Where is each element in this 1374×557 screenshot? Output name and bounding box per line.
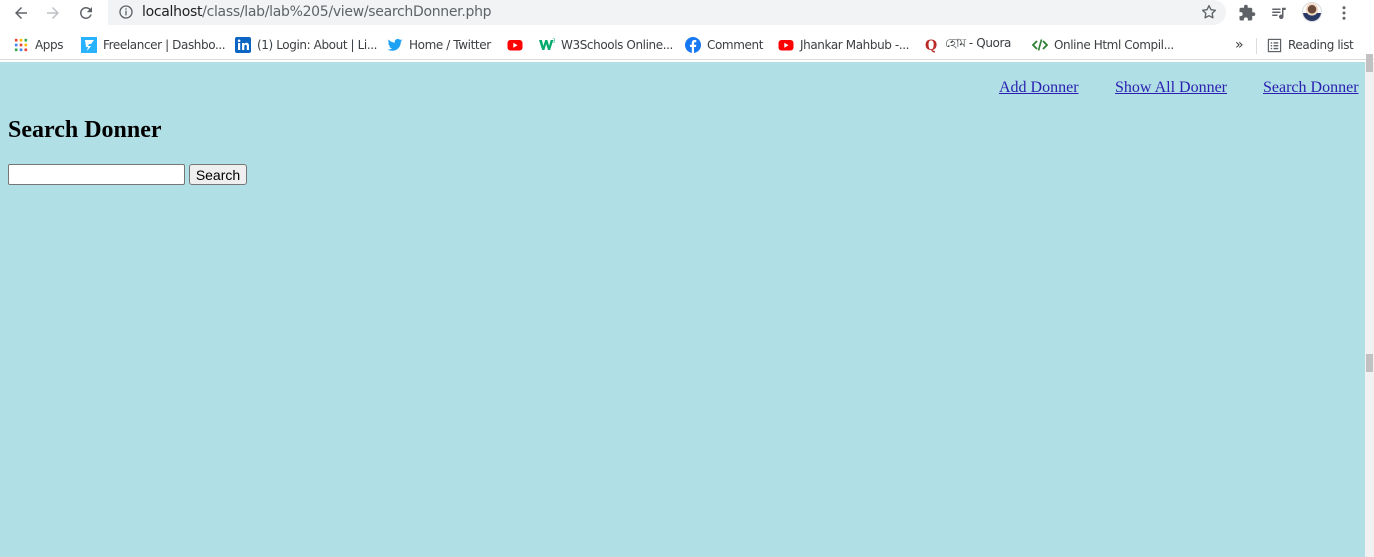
page-title: Search Donner	[8, 117, 162, 143]
linkedin-icon	[235, 37, 251, 53]
url-path: /class/lab/lab%205/view/searchDonner.php	[202, 4, 492, 20]
twitter-icon	[387, 37, 403, 53]
forward-arrow-icon[interactable]	[43, 3, 63, 23]
bookmarks-bar: Apps Freelancer | Dashbo... (1) Login: A…	[0, 30, 1374, 60]
reload-icon[interactable]	[76, 3, 96, 23]
bookmark-label: W3Schools Online...	[561, 38, 673, 52]
bookmark-label: হোম - Quora	[945, 36, 1011, 50]
bookmark-twitter[interactable]: Home / Twitter	[387, 35, 491, 55]
address-bar[interactable]: localhost/class/lab/lab%205/view/searchD…	[108, 0, 1226, 25]
svg-text:Q: Q	[925, 38, 937, 53]
bookmark-label: Freelancer | Dashbo...	[103, 38, 226, 52]
svg-text:3: 3	[552, 39, 555, 45]
page-scrollbar[interactable]	[1365, 62, 1374, 557]
extensions-puzzle-icon[interactable]	[1237, 3, 1257, 23]
bookmark-w3schools[interactable]: 3 W3Schools Online...	[539, 35, 673, 55]
bookmark-jhankar-mahbub[interactable]: Jhankar Mahbub -...	[778, 35, 909, 55]
bookmark-linkedin[interactable]: (1) Login: About | Li...	[235, 35, 377, 55]
back-arrow-icon[interactable]	[11, 3, 31, 23]
search-button[interactable]: Search	[189, 164, 247, 185]
code-icon	[1032, 37, 1048, 53]
bookmark-freelancer[interactable]: Freelancer | Dashbo...	[81, 35, 226, 55]
menu-kebab-icon[interactable]	[1334, 3, 1354, 23]
freelancer-icon	[81, 37, 97, 53]
nav-link-search-donner[interactable]: Search Donner	[1263, 79, 1359, 97]
w3schools-icon: 3	[539, 37, 555, 53]
browser-toolbar: localhost/class/lab/lab%205/view/searchD…	[0, 0, 1374, 27]
bookmark-label: Home / Twitter	[409, 38, 491, 52]
bookmark-label: Online Html Compil...	[1054, 38, 1174, 52]
url-host: localhost	[142, 4, 203, 20]
reading-list-button[interactable]: Reading list	[1266, 35, 1354, 55]
apps-grid-icon	[13, 37, 29, 53]
bookmark-label: Jhankar Mahbub -...	[800, 38, 910, 52]
bookmark-label: Apps	[35, 38, 64, 52]
bookmark-label: Comment	[707, 38, 763, 52]
nav-link-add-donner[interactable]: Add Donner	[999, 79, 1079, 97]
facebook-icon	[685, 37, 701, 53]
overflow-label: »	[1235, 37, 1244, 53]
bookmark-apps[interactable]: Apps	[13, 35, 64, 55]
scrollbar-thumb-top[interactable]	[1366, 54, 1373, 72]
search-input[interactable]	[8, 164, 185, 185]
bookmark-quora[interactable]: Q হোম - Quora	[923, 35, 1011, 55]
bookmark-online-html-compiler[interactable]: Online Html Compil...	[1032, 35, 1174, 55]
media-queue-icon[interactable]	[1269, 3, 1289, 23]
scrollbar-thumb-bottom[interactable]	[1366, 354, 1373, 372]
site-info-icon[interactable]	[118, 4, 134, 20]
nav-link-show-all-donner[interactable]: Show All Donner	[1115, 79, 1227, 97]
bookmark-facebook-comment[interactable]: Comment	[685, 35, 763, 55]
bookmark-youtube[interactable]	[507, 35, 523, 55]
reading-list-label: Reading list	[1288, 38, 1354, 52]
url-text: localhost/class/lab/lab%205/view/searchD…	[142, 4, 492, 20]
page-content: Add Donner Show All Donner Search Donner…	[0, 62, 1365, 557]
bookmarks-divider	[1256, 38, 1257, 54]
quora-icon: Q	[923, 37, 939, 53]
reading-list-icon	[1266, 37, 1282, 53]
youtube-icon	[778, 37, 794, 53]
bookmarks-overflow-button[interactable]: »	[1235, 35, 1244, 55]
youtube-icon	[507, 37, 523, 53]
bookmark-star-icon[interactable]	[1200, 3, 1218, 21]
profile-avatar[interactable]	[1302, 2, 1322, 22]
bookmark-label: (1) Login: About | Li...	[257, 38, 378, 52]
